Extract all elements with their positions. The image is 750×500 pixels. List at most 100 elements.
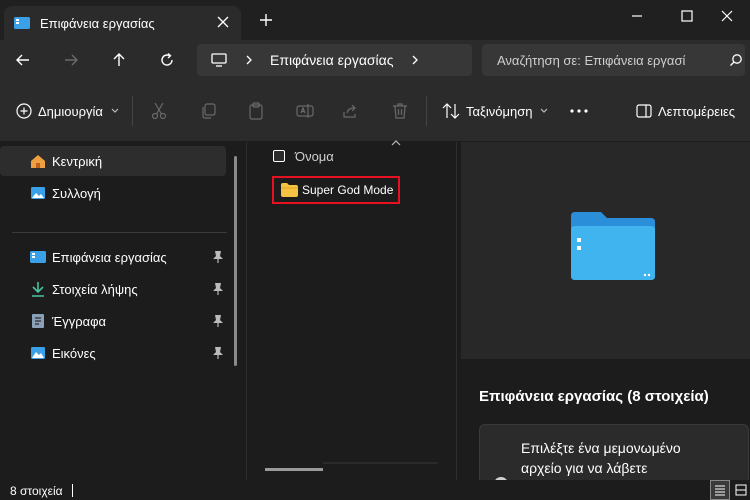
pin-icon[interactable] — [212, 250, 224, 264]
sidebar-item-label: Στοιχεία λήψης — [52, 282, 138, 297]
sidebar-item-gallery[interactable]: Συλλογή — [0, 178, 226, 208]
arrow-left-icon — [16, 54, 29, 66]
list-view-icon — [715, 485, 725, 496]
chevron-right-icon[interactable] — [244, 54, 254, 66]
navigation-bar: Επιφάνεια εργασίας Αναζήτηση σε: Επιφάνε… — [0, 40, 750, 80]
share-icon — [343, 104, 356, 118]
clipboard-icon — [249, 102, 263, 120]
details-pane-icon — [636, 104, 652, 118]
sidebar-scrollbar[interactable] — [234, 156, 237, 366]
copy-button[interactable] — [200, 98, 216, 124]
folder-icon — [571, 212, 655, 280]
sidebar-item-documents[interactable]: Έγγραφα — [0, 306, 226, 336]
tab-desktop[interactable]: Επιφάνεια εργασίας — [4, 6, 241, 40]
chevron-down-icon — [541, 108, 548, 113]
sidebar-item-label: Επιφάνεια εργασίας — [52, 250, 167, 265]
new-button[interactable]: Δημιουργία — [16, 98, 119, 124]
back-button[interactable] — [10, 48, 36, 72]
desktop-icon — [14, 17, 30, 29]
plus-circle-icon — [16, 103, 32, 119]
sort-ascending-icon — [391, 140, 401, 146]
trash-icon — [393, 103, 407, 119]
maximize-icon — [681, 10, 693, 22]
title-bar: Επιφάνεια εργασίας — [0, 0, 750, 40]
documents-icon — [32, 314, 44, 328]
paste-button[interactable] — [248, 98, 264, 124]
pictures-icon — [31, 347, 45, 359]
sidebar-item-label: Έγγραφα — [52, 314, 107, 329]
refresh-icon — [161, 52, 173, 66]
chevron-down-icon — [111, 108, 119, 113]
list-item[interactable]: Super God Mode — [272, 176, 400, 204]
pin-icon[interactable] — [212, 314, 224, 328]
pin-icon[interactable] — [212, 282, 224, 296]
minimize-button[interactable] — [614, 0, 660, 32]
close-tab-icon[interactable] — [215, 14, 231, 30]
details-view-button[interactable] — [710, 480, 730, 500]
copy-icon — [202, 103, 216, 119]
sidebar-item-pictures[interactable]: Εικόνες — [0, 338, 226, 368]
more-icon — [570, 109, 588, 113]
up-button[interactable] — [106, 48, 132, 72]
rename-button[interactable] — [296, 98, 314, 124]
rename-icon — [296, 104, 314, 118]
sidebar-item-home[interactable]: Κεντρική — [0, 146, 226, 176]
close-window-button[interactable] — [704, 0, 750, 32]
search-placeholder: Αναζήτηση σε: Επιφάνεια εργασί — [497, 52, 686, 68]
tiles-view-button[interactable] — [731, 480, 750, 500]
search-icon[interactable] — [729, 53, 743, 67]
item-count: 8 στοιχεία — [10, 484, 63, 498]
new-tab-icon[interactable] — [258, 12, 274, 28]
sidebar-item-downloads[interactable]: Στοιχεία λήψης — [0, 274, 226, 304]
monitor-icon — [211, 53, 227, 67]
horizontal-scrollbar[interactable] — [265, 468, 323, 471]
folder-icon — [281, 183, 298, 197]
minimize-icon — [632, 15, 642, 17]
breadcrumb-location[interactable]: Επιφάνεια εργασίας — [270, 52, 394, 68]
forward-button[interactable] — [58, 48, 84, 72]
gallery-icon — [31, 187, 45, 199]
details-label: Λεπτομέρειες — [658, 103, 736, 119]
scroll-track — [323, 462, 438, 464]
sidebar-item-label: Εικόνες — [52, 346, 96, 361]
status-divider — [72, 484, 73, 497]
close-icon — [721, 10, 733, 22]
sort-label: Ταξινόμηση — [466, 103, 533, 119]
column-header-name[interactable]: Όνομα — [273, 146, 334, 166]
sort-button[interactable]: Ταξινόμηση — [442, 98, 548, 124]
desktop-icon — [30, 251, 46, 263]
command-bar: Δημιουργία Ταξινόμηση Λεπτομέρειες — [0, 80, 750, 142]
sidebar-item-label: Κεντρική — [52, 154, 103, 169]
refresh-button[interactable] — [154, 48, 180, 72]
info-hint: Επιλέξτε ένα μεμονωμένο αρχείο για να λά… — [521, 440, 681, 476]
delete-button[interactable] — [392, 98, 408, 124]
details-pane: Επιφάνεια εργασίας (8 στοιχεία) Επιλέξτε… — [456, 142, 750, 491]
navigation-pane: Κεντρική Συλλογή Επιφάνεια εργασίας Στοι… — [0, 142, 238, 480]
details-button[interactable]: Λεπτομέρειες — [636, 98, 735, 124]
separator — [132, 96, 133, 126]
status-bar: 8 στοιχεία — [0, 480, 750, 500]
separator — [426, 96, 427, 126]
file-list: Όνομα Super God Mode — [246, 140, 456, 480]
address-bar[interactable]: Επιφάνεια εργασίας — [197, 44, 472, 76]
select-all-checkbox[interactable] — [273, 150, 285, 162]
preview-area — [461, 142, 750, 359]
share-button[interactable] — [343, 98, 359, 124]
search-input[interactable]: Αναζήτηση σε: Επιφάνεια εργασί — [482, 44, 745, 76]
tiles-view-icon — [735, 484, 747, 496]
chevron-right-icon[interactable] — [410, 54, 420, 66]
pin-icon[interactable] — [212, 346, 224, 360]
tab-title: Επιφάνεια εργασίας — [40, 15, 155, 31]
scissors-icon — [151, 102, 167, 120]
more-options-button[interactable] — [570, 98, 588, 124]
cut-button[interactable] — [151, 98, 167, 124]
sort-icon — [442, 103, 460, 119]
sidebar-divider — [12, 232, 227, 233]
sidebar-item-desktop[interactable]: Επιφάνεια εργασίας — [0, 242, 226, 272]
file-name: Super God Mode — [302, 183, 394, 197]
sidebar-item-label: Συλλογή — [52, 186, 101, 201]
new-label: Δημιουργία — [38, 103, 103, 119]
info-card: Επιλέξτε ένα μεμονωμένο αρχείο για να λά… — [479, 424, 749, 491]
download-icon — [32, 282, 44, 297]
arrow-right-icon — [65, 54, 78, 66]
